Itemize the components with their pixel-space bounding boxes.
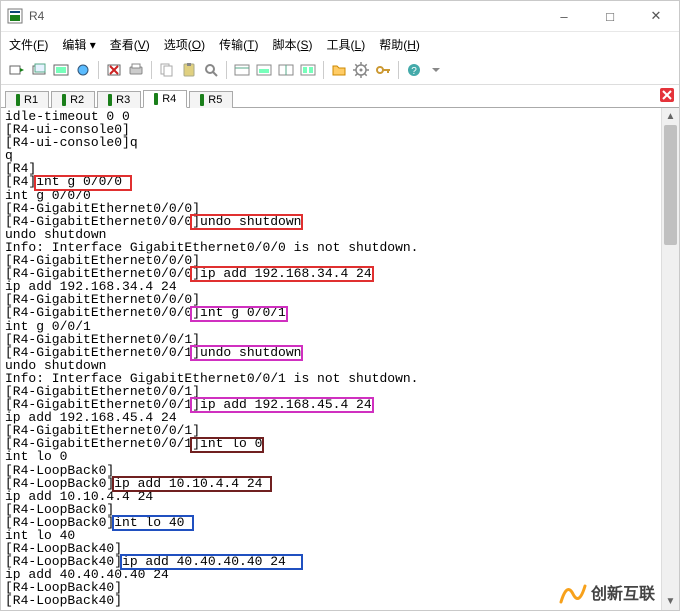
tb-quick-connect-icon[interactable] <box>7 60 27 80</box>
svg-text:?: ? <box>411 66 417 77</box>
tb-reconnect-icon[interactable] <box>51 60 71 80</box>
tab-r5[interactable]: R5 <box>189 91 233 108</box>
tb-separator-4 <box>323 61 324 79</box>
menu-help[interactable]: 帮助(H) <box>379 36 420 53</box>
scroll-track[interactable] <box>662 125 679 593</box>
tb-terminal4-icon[interactable] <box>298 60 318 80</box>
tb-terminal2-icon[interactable] <box>254 60 274 80</box>
window: R4 – □ ✕ 文件(F) 编辑 ▾ 查看(V) 选项(O) 传输(T) 脚本… <box>0 0 680 611</box>
tb-copy-icon[interactable] <box>157 60 177 80</box>
tab-label: R4 <box>162 93 176 105</box>
tab-label: R3 <box>116 94 130 106</box>
menubar: 文件(F) 编辑 ▾ 查看(V) 选项(O) 传输(T) 脚本(S) 工具(L)… <box>1 32 679 56</box>
tb-separator-5 <box>398 61 399 79</box>
tb-find-icon[interactable] <box>201 60 221 80</box>
tab-label: R2 <box>70 94 84 106</box>
window-title: R4 <box>29 9 44 23</box>
tb-terminal1-icon[interactable] <box>232 60 252 80</box>
menu-script[interactable]: 脚本(S) <box>272 36 312 53</box>
tab-label: R5 <box>208 94 222 106</box>
tab-r3[interactable]: R3 <box>97 91 141 108</box>
tb-dropdown-icon[interactable] <box>426 60 446 80</box>
tb-separator-2 <box>151 61 152 79</box>
scroll-up-icon[interactable]: ▲ <box>662 108 679 125</box>
status-dot-icon <box>200 94 204 106</box>
status-dot-icon <box>154 93 158 105</box>
titlebar: R4 – □ ✕ <box>1 1 679 32</box>
terminal-output[interactable]: idle-timeout 0 0 [R4-ui-console0] [R4-ui… <box>1 108 661 610</box>
minimize-button[interactable]: – <box>541 1 587 31</box>
scroll-thumb[interactable] <box>664 125 677 245</box>
menu-file[interactable]: 文件(F) <box>9 36 48 53</box>
toolbar: ? <box>1 56 679 85</box>
window-controls: – □ ✕ <box>541 1 679 31</box>
status-dot-icon <box>108 94 112 106</box>
status-dot-icon <box>16 94 20 106</box>
tb-disconnect-icon[interactable] <box>104 60 124 80</box>
menu-edit[interactable]: 编辑 ▾ <box>62 36 95 53</box>
menu-tools[interactable]: 工具(L) <box>327 36 366 53</box>
tab-r1[interactable]: R1 <box>5 91 49 108</box>
tb-folder-icon[interactable] <box>329 60 349 80</box>
close-button[interactable]: ✕ <box>633 1 679 31</box>
tb-paste-icon[interactable] <box>179 60 199 80</box>
tb-help-icon[interactable]: ? <box>404 60 424 80</box>
tab-label: R1 <box>24 94 38 106</box>
tb-key-icon[interactable] <box>373 60 393 80</box>
menu-view[interactable]: 查看(V) <box>110 36 150 53</box>
tb-separator-1 <box>98 61 99 79</box>
tabs: R1 R2 R3 R4 R5 <box>1 85 679 108</box>
tab-close-icon[interactable] <box>659 87 675 103</box>
tb-terminal3-icon[interactable] <box>276 60 296 80</box>
tb-new-session-icon[interactable] <box>29 60 49 80</box>
menu-xfer[interactable]: 传输(T) <box>219 36 258 53</box>
tb-print-icon[interactable] <box>126 60 146 80</box>
tab-r4[interactable]: R4 <box>143 90 187 108</box>
tab-r2[interactable]: R2 <box>51 91 95 108</box>
scroll-down-icon[interactable]: ▼ <box>662 593 679 610</box>
maximize-button[interactable]: □ <box>587 1 633 31</box>
tb-separator-3 <box>226 61 227 79</box>
vertical-scrollbar[interactable]: ▲ ▼ <box>661 108 679 610</box>
tb-settings-icon[interactable] <box>351 60 371 80</box>
content-wrap: idle-timeout 0 0 [R4-ui-console0] [R4-ui… <box>1 108 679 610</box>
menu-option[interactable]: 选项(O) <box>164 36 205 53</box>
status-dot-icon <box>62 94 66 106</box>
tb-network-icon[interactable] <box>73 60 93 80</box>
app-icon <box>7 8 23 24</box>
